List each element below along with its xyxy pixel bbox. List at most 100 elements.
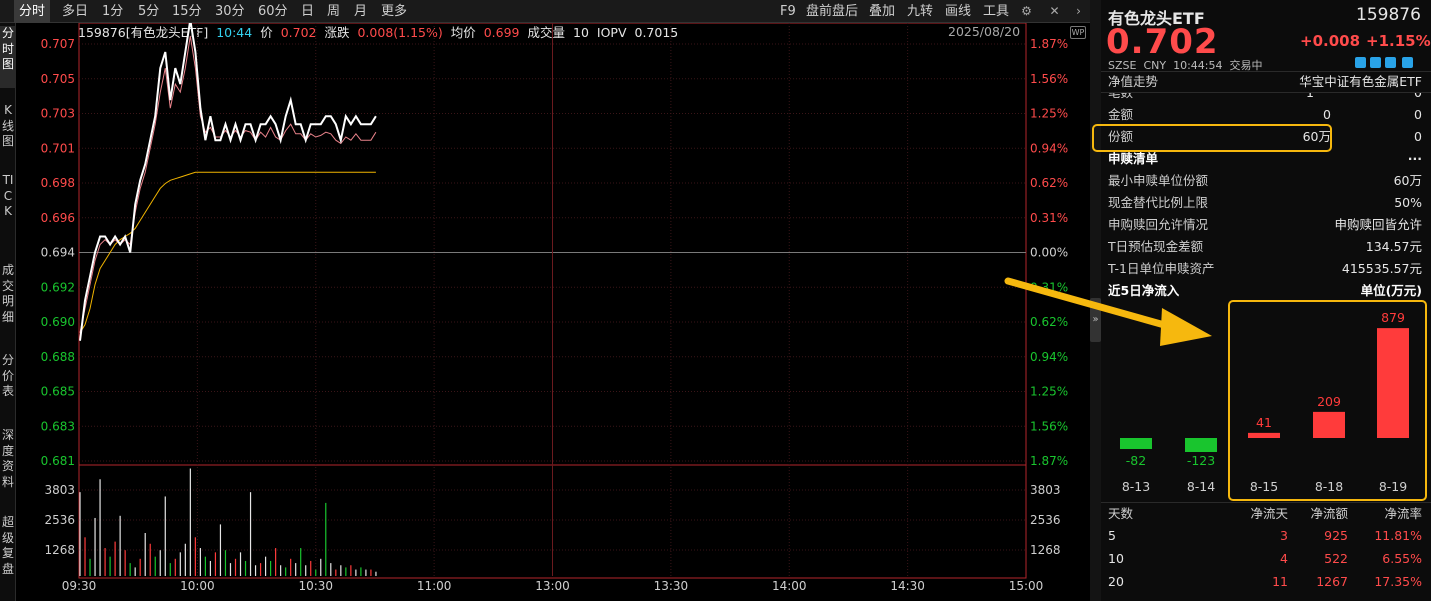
tab-multiday[interactable]: 多日: [62, 0, 88, 23]
tab-month[interactable]: 月: [354, 0, 367, 23]
flow-header: 近5日净流入 单位(万元): [1108, 281, 1422, 301]
table-header: 净流天: [1250, 506, 1288, 521]
volume-tick-label: 3803: [44, 483, 75, 497]
intraday-chart[interactable]: 0.707 1.87% 0.705 1.56% 0.703 1.25% 0.701 0.94%…: [0, 23, 1090, 601]
volume-tick-label-right: 2536: [1030, 513, 1061, 527]
x-tick-label: 11:00: [417, 579, 452, 593]
creation-row-label: 现金替代比例上限: [1108, 195, 1209, 210]
tab-1min[interactable]: 1分: [102, 0, 123, 23]
table-cell: 11.81%: [1374, 528, 1422, 543]
toolbar-premarket[interactable]: 盘前盘后: [806, 0, 858, 23]
y-pct-tick-label: 0.94%: [1030, 350, 1068, 364]
y-pct-tick-label: 1.56%: [1030, 72, 1068, 86]
creation-row-label: 申购赎回允许情况: [1108, 217, 1209, 232]
creation-row-value: 60万: [1393, 173, 1422, 188]
tab-15min[interactable]: 15分: [172, 0, 202, 23]
creation-row-value: 50%: [1394, 195, 1422, 210]
toolbar-overlay[interactable]: 叠加: [869, 0, 895, 23]
volume-tick-label-right: 3803: [1030, 483, 1061, 497]
pencil-icon[interactable]: [1355, 57, 1366, 68]
y-tick-label: 0.681: [41, 454, 75, 468]
y-tick-label: 0.688: [41, 350, 75, 364]
table-row: 10 4 522 6.55%: [1108, 548, 1422, 570]
tab-60min[interactable]: 60分: [258, 0, 288, 23]
amount-label: 金额: [1108, 107, 1134, 122]
x-tick-label: 14:00: [772, 579, 807, 593]
y-tick-label: 0.707: [41, 37, 75, 51]
chevron-right-icon[interactable]: ›: [1070, 3, 1087, 20]
x-tick-label: 15:00: [1009, 579, 1044, 593]
highlight-box-inflow: [1228, 300, 1427, 501]
table-header: 净流额: [1310, 506, 1348, 521]
y-pct-tick-label: 1.87%: [1030, 454, 1068, 468]
y-pct-tick-label: 0.31%: [1030, 280, 1068, 294]
table-cell: 20: [1108, 574, 1124, 589]
creation-list-header[interactable]: 申赎清单 ···: [1108, 149, 1422, 169]
inflow-date-label: 8-14: [1187, 479, 1215, 494]
tab-30min[interactable]: 30分: [215, 0, 245, 23]
toolbar-draw[interactable]: 画线: [945, 0, 971, 23]
table-cell: 17.35%: [1374, 574, 1422, 589]
creation-row-label: T-1日单位申赎资产: [1108, 261, 1215, 276]
toolbar-tools[interactable]: 工具: [983, 0, 1009, 23]
table-cell: 11: [1272, 574, 1288, 589]
inflow-bar: [1185, 438, 1217, 452]
creation-row-label: 最小申赎单位份额: [1108, 173, 1209, 188]
x-tick-label: 10:00: [180, 579, 215, 593]
table-row: 20 11 1267 17.35%: [1108, 571, 1422, 593]
y-tick-label: 0.685: [41, 385, 75, 399]
creation-row-value: 申购赎回皆允许: [1334, 217, 1422, 232]
share-icon[interactable]: [1402, 57, 1413, 68]
y-pct-tick-label: 1.25%: [1030, 107, 1068, 121]
amount-v2: 0: [1414, 107, 1422, 122]
table-cell: 522: [1324, 551, 1348, 566]
more-icon[interactable]: ···: [1408, 149, 1422, 169]
period-tab-bar: 分时 多日 1分 5分 15分 30分 60分 日 周 月 更多 F9 盘前盘后…: [0, 0, 1090, 23]
creation-row-label: T日预估现金差额: [1108, 239, 1204, 254]
y-pct-tick-label: 0.31%: [1030, 211, 1068, 225]
creation-row: 申购赎回允许情况 申购赎回皆允许: [1108, 215, 1422, 235]
price-change: +0.008: [1300, 32, 1361, 50]
creation-row: T日预估现金差额 134.57元: [1108, 237, 1422, 257]
nav-trend-label: 净值走势: [1108, 74, 1159, 89]
last-price: 0.702: [1106, 22, 1219, 62]
table-cell: 10: [1108, 551, 1124, 566]
table-row: 5 3 925 11.81%: [1108, 525, 1422, 547]
tab-more[interactable]: 更多: [381, 0, 407, 23]
partial-row-clip: 笔数 1 0: [1101, 93, 1431, 102]
index-name: 华宝中证有色金属ETF: [1299, 74, 1422, 89]
tab-5min[interactable]: 5分: [138, 0, 159, 23]
y-pct-tick-label: 0.62%: [1030, 315, 1068, 329]
y-pct-tick-label: 0.00%: [1030, 246, 1068, 260]
y-tick-label: 0.690: [41, 315, 75, 329]
collapse-panel-icon[interactable]: »: [1090, 298, 1101, 342]
x-tick-label: 10:30: [298, 579, 333, 593]
inflow-value-label: -82: [1126, 453, 1146, 468]
tab-day[interactable]: 日: [301, 0, 314, 23]
add-icon[interactable]: [1385, 57, 1396, 68]
count-v2: 0: [1414, 93, 1422, 102]
table-header: 天数: [1108, 506, 1134, 521]
tab-week[interactable]: 周: [327, 0, 340, 23]
price-line: [79, 23, 377, 341]
y-tick-label: 0.705: [41, 72, 75, 86]
flow-stats-table: 天数 净流天 净流额 净流率 5 3 925 11.81% 10 4 522 6.55% 20 1…: [1101, 503, 1431, 601]
count-label: 笔数: [1108, 93, 1133, 102]
y-tick-label: 0.683: [41, 419, 75, 433]
nav-trend-row[interactable]: 净值走势 华宝中证有色金属ETF: [1108, 72, 1422, 92]
highlight-box-shares: [1092, 124, 1332, 152]
close-icon[interactable]: ✕: [1046, 3, 1063, 20]
tab-intraday[interactable]: 分时: [14, 0, 51, 23]
y-pct-tick-label: 1.25%: [1030, 385, 1068, 399]
settings-icon[interactable]: ⚙: [1018, 3, 1035, 20]
shares-v2: 0: [1414, 129, 1422, 144]
y-pct-tick-label: 0.94%: [1030, 141, 1068, 155]
creation-row: 最小申赎单位份额 60万: [1108, 171, 1422, 191]
bell-icon[interactable]: [1370, 57, 1381, 68]
table-cell: 4: [1280, 551, 1288, 566]
table-cell: 5: [1108, 528, 1116, 543]
toolbar-f9[interactable]: F9: [780, 0, 796, 23]
count-v1: 1: [1306, 93, 1314, 102]
toolbar-nine-turn[interactable]: 九转: [907, 0, 933, 23]
table-header: 净流率: [1384, 506, 1422, 521]
